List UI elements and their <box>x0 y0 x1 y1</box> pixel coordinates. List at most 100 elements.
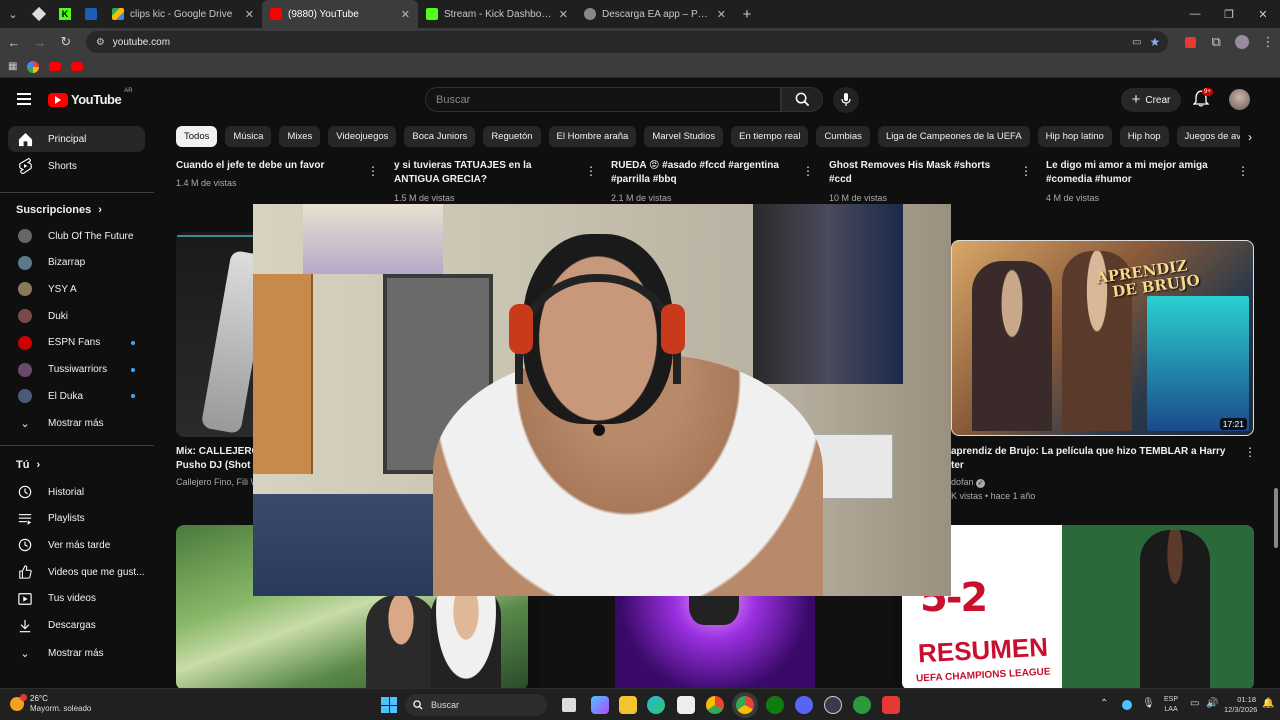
voice-search-button[interactable] <box>833 87 859 113</box>
chip-12[interactable]: Hip hop <box>1119 126 1169 147</box>
google-bookmark-icon[interactable] <box>27 60 40 73</box>
scrollbar-thumb[interactable] <box>1274 488 1278 548</box>
pinned-tab-blue[interactable] <box>78 0 104 28</box>
clock[interactable]: 01:18 12/3/2026 <box>1224 695 1257 715</box>
sidebar-subscription-item[interactable]: El Duka <box>8 383 145 409</box>
video-title[interactable]: aprendiz de Brujo: La película que hizo … <box>951 445 1236 473</box>
volume-icon[interactable]: 🔊 <box>1206 698 1218 709</box>
sidebar-item-shorts[interactable]: Shorts <box>8 153 145 179</box>
pinned-tab[interactable] <box>26 0 52 28</box>
chrome-icon[interactable] <box>736 696 754 714</box>
create-button[interactable]: + Crear <box>1121 88 1181 112</box>
reload-button[interactable]: ↻ <box>54 30 78 54</box>
sidebar-subscription-item[interactable]: ESPN Fans <box>8 330 145 356</box>
sidebar-item-playlists[interactable]: Playlists <box>8 506 145 532</box>
sidebar-subscription-item[interactable]: Club Of The Future <box>8 223 145 249</box>
chip-7[interactable]: Marvel Studios <box>644 126 724 147</box>
short-options-kebab[interactable]: ⋮ <box>585 164 597 178</box>
search-input[interactable]: Buscar <box>425 87 781 112</box>
sidebar-subscription-item[interactable]: Duki <box>8 303 145 329</box>
you-heading[interactable]: Tú › <box>16 459 40 471</box>
subscriptions-heading[interactable]: Suscripciones › <box>16 204 102 216</box>
tab-ea-app[interactable]: Descarga EA app – Potenciando ✕ <box>576 0 734 28</box>
forward-button[interactable]: → <box>28 30 52 54</box>
video-thumbnail[interactable]: 5-2 RESUMEN UEFA CHAMPIONS LEAGUE <box>902 525 1254 690</box>
hamburger-menu-icon[interactable] <box>17 93 31 105</box>
start-button[interactable] <box>381 697 397 713</box>
video-channel[interactable]: dofan ✓ <box>951 477 986 488</box>
search-button[interactable] <box>781 87 823 112</box>
apps-grid-icon[interactable]: ▦ <box>8 61 17 72</box>
account-avatar[interactable] <box>1229 89 1250 110</box>
chip-1[interactable]: Música <box>225 126 272 147</box>
video-title[interactable]: Mix: CALLEJERO Pusho DJ (Shot <box>176 445 254 473</box>
taskbar-search[interactable]: Buscar <box>405 694 547 716</box>
close-icon[interactable]: ✕ <box>717 8 726 21</box>
chip-6[interactable]: El Hombre araña <box>548 126 637 147</box>
menu-kebab-icon[interactable]: ⋮ <box>1256 30 1280 54</box>
short-title[interactable]: RUEDA 😡 #asado #fccd #argentina #parrill… <box>611 159 791 187</box>
extension-icon[interactable] <box>1178 30 1202 54</box>
short-options-kebab[interactable]: ⋮ <box>367 164 379 178</box>
file-explorer-icon[interactable] <box>619 696 637 714</box>
chip-4[interactable]: Boca Juniors <box>404 126 476 147</box>
chip-2[interactable]: Mixes <box>279 126 321 147</box>
sidebar-item-watch-later[interactable]: Ver más tarde <box>8 532 145 558</box>
page-scrollbar[interactable] <box>1272 80 1280 688</box>
sidebar-item-home[interactable]: Principal <box>8 126 145 152</box>
microphone-tray-icon[interactable]: 🎙 <box>1142 698 1155 709</box>
edge-icon[interactable] <box>647 696 665 714</box>
close-icon[interactable]: ✕ <box>401 8 410 21</box>
task-view-icon[interactable] <box>562 698 576 712</box>
chip-0[interactable]: Todos <box>176 126 218 147</box>
new-tab-button[interactable]: + <box>734 0 760 28</box>
sidebar-subscription-item[interactable]: Tussiwarriors <box>8 357 145 383</box>
sidebar-item-downloads[interactable]: Descargas <box>8 613 145 639</box>
short-title[interactable]: Le digo mi amor a mi mejor amiga #comedi… <box>1046 159 1226 187</box>
sidebar-item-liked[interactable]: Videos que me gust... <box>8 559 145 585</box>
chip-11[interactable]: Hip hop latino <box>1037 126 1112 147</box>
site-info-icon[interactable]: ⚙ <box>96 37 105 48</box>
browser-icon[interactable] <box>706 696 724 714</box>
extensions-puzzle-icon[interactable]: ⧉ <box>1204 30 1228 54</box>
omnibox[interactable]: ⚙ youtube.com ▭ ★ <box>85 31 1169 53</box>
store-icon[interactable] <box>677 696 695 714</box>
restore-icon[interactable]: ❐ <box>1212 0 1246 28</box>
copilot-icon[interactable] <box>591 696 609 714</box>
tab-search-button[interactable]: ⌄ <box>0 0 26 28</box>
sidebar-item-history[interactable]: Historial <box>8 479 145 505</box>
short-options-kebab[interactable]: ⋮ <box>802 164 814 178</box>
game-launcher-icon[interactable] <box>882 696 900 714</box>
short-options-kebab[interactable]: ⋮ <box>1020 164 1032 178</box>
short-title[interactable]: y si tuvieras TATUAJES en la ANTIGUA GRE… <box>394 159 574 187</box>
chip-9[interactable]: Cumbias <box>816 126 870 147</box>
network-icon[interactable]: ▭ <box>1190 698 1199 709</box>
tray-chevron-icon[interactable]: ⌃ <box>1100 698 1108 709</box>
pinned-tab-kick[interactable]: K <box>52 0 78 28</box>
chip-8[interactable]: En tiempo real <box>731 126 809 147</box>
chip-10[interactable]: Liga de Campeones de la UEFA <box>877 126 1030 147</box>
short-title[interactable]: Cuando el jefe te debe un favor <box>176 159 356 173</box>
subscriptions-show-more[interactable]: ⌄ Mostrar más <box>8 410 145 436</box>
tray-app-icon[interactable] <box>1122 700 1132 710</box>
sidebar-item-your-videos[interactable]: Tus videos <box>8 586 145 612</box>
tab-youtube[interactable]: (9880) YouTube ✕ <box>262 0 418 28</box>
weather-widget[interactable]: 26°C Mayorm. soleado <box>10 694 91 714</box>
youtube-logo[interactable]: YouTube AR <box>48 88 133 107</box>
close-icon[interactable]: ✕ <box>245 8 254 21</box>
xbox-app-icon[interactable] <box>853 696 871 714</box>
sidebar-subscription-item[interactable]: YSY A <box>8 276 145 302</box>
chip-13[interactable]: Juegos de av <box>1176 126 1250 147</box>
youtube-bookmark-icon[interactable] <box>71 62 84 71</box>
discord-icon[interactable] <box>795 696 813 714</box>
back-button[interactable]: ← <box>2 30 26 54</box>
chip-5[interactable]: Reguetón <box>483 126 541 147</box>
profile-avatar[interactable] <box>1230 30 1254 54</box>
minimize-icon[interactable]: — <box>1178 0 1212 28</box>
short-options-kebab[interactable]: ⋮ <box>1237 164 1249 178</box>
short-title[interactable]: Ghost Removes His Mask #shorts #ccd <box>829 159 1009 187</box>
chips-next-button[interactable]: › <box>1240 126 1260 147</box>
steam-icon[interactable] <box>824 696 842 714</box>
chip-3[interactable]: Videojuegos <box>328 126 397 147</box>
language-indicator[interactable]: ESP LAA <box>1164 695 1178 715</box>
